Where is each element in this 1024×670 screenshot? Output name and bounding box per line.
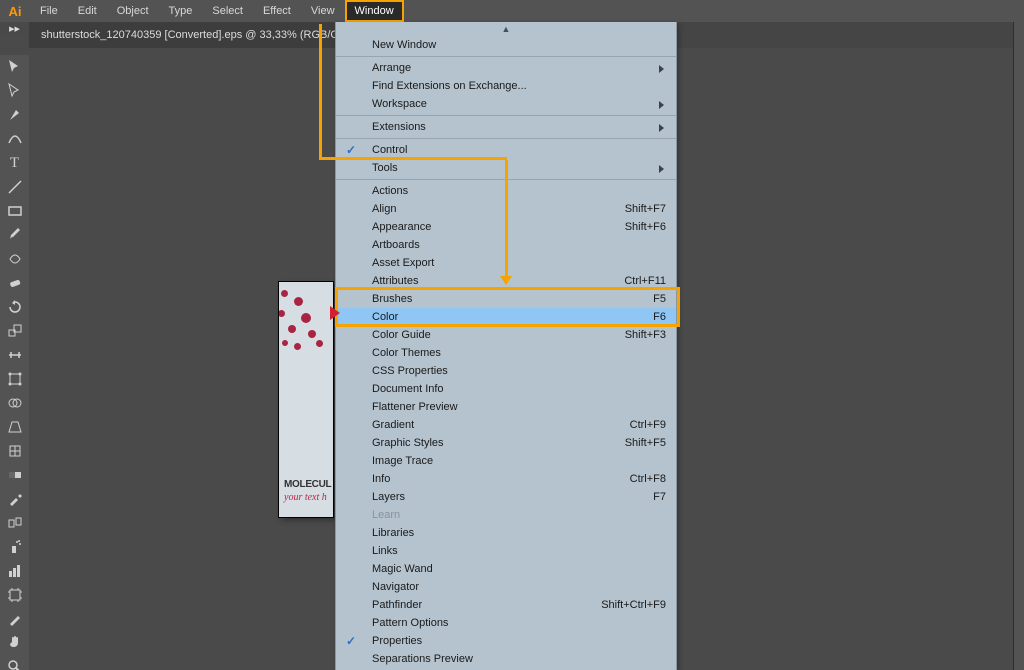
menu-color-themes[interactable]: Color Themes: [336, 344, 676, 362]
menu-document-info[interactable]: Document Info: [336, 380, 676, 398]
eraser-tool[interactable]: [0, 271, 29, 295]
shortcut-label: Ctrl+F9: [630, 419, 666, 431]
menu-extensions[interactable]: Extensions: [336, 118, 676, 136]
shortcut-label: Shift+F7: [625, 203, 666, 215]
annotation-line: [319, 24, 322, 160]
free-transform-tool[interactable]: [0, 367, 29, 391]
direct-selection-tool[interactable]: [0, 79, 29, 103]
menu-separator: [336, 115, 676, 116]
scale-tool[interactable]: [0, 319, 29, 343]
menu-view[interactable]: View: [301, 0, 345, 22]
annotation-pointer-icon: [330, 306, 340, 320]
shortcut-label: F7: [653, 491, 666, 503]
menu-color[interactable]: ColorF6: [336, 308, 676, 326]
shortcut-label: Shift+Ctrl+F9: [601, 599, 666, 611]
menu-effect[interactable]: Effect: [253, 0, 301, 22]
menu-gradient[interactable]: GradientCtrl+F9: [336, 416, 676, 434]
menu-separator: [336, 56, 676, 57]
menu-image-trace[interactable]: Image Trace: [336, 452, 676, 470]
menu-brushes[interactable]: BrushesF5: [336, 290, 676, 308]
paintbrush-tool[interactable]: [0, 223, 29, 247]
shortcut-label: Shift+F6: [625, 221, 666, 233]
menu-object[interactable]: Object: [107, 0, 159, 22]
artwork-headline: MOLECUL: [284, 479, 331, 490]
line-tool[interactable]: [0, 175, 29, 199]
menu-navigator[interactable]: Navigator: [336, 578, 676, 596]
menu-graphic-styles[interactable]: Graphic StylesShift+F5: [336, 434, 676, 452]
zoom-tool[interactable]: [0, 655, 29, 670]
menu-flattener-preview[interactable]: Flattener Preview: [336, 398, 676, 416]
menu-window[interactable]: Window: [345, 0, 404, 22]
slice-tool[interactable]: [0, 607, 29, 631]
mesh-tool[interactable]: [0, 439, 29, 463]
menu-scroll-up-icon[interactable]: ▲: [336, 22, 676, 36]
pen-tool[interactable]: [0, 103, 29, 127]
menu-type[interactable]: Type: [159, 0, 203, 22]
menu-pattern-options[interactable]: Pattern Options: [336, 614, 676, 632]
menu-pathfinder[interactable]: PathfinderShift+Ctrl+F9: [336, 596, 676, 614]
menu-select[interactable]: Select: [202, 0, 253, 22]
curvature-tool[interactable]: [0, 127, 29, 151]
menu-separations-preview[interactable]: Separations Preview: [336, 650, 676, 668]
menu-learn[interactable]: Learn: [336, 506, 676, 524]
artwork-subline: your text h: [284, 492, 327, 503]
menu-edit[interactable]: Edit: [68, 0, 107, 22]
rectangle-tool[interactable]: [0, 199, 29, 223]
blend-tool[interactable]: [0, 511, 29, 535]
artboard-tool[interactable]: [0, 583, 29, 607]
artboard[interactable]: MOLECUL your text h: [279, 282, 333, 517]
menu-new-window[interactable]: New Window: [336, 36, 676, 54]
annotation-line: [319, 157, 507, 160]
panel-collapse-icon[interactable]: ▶▶: [0, 24, 29, 34]
menu-libraries[interactable]: Libraries: [336, 524, 676, 542]
menubar: Ai File Edit Object Type Select Effect V…: [0, 0, 1024, 22]
menu-info[interactable]: InfoCtrl+F8: [336, 470, 676, 488]
menu-workspace[interactable]: Workspace: [336, 95, 676, 113]
annotation-arrow-icon: [500, 276, 512, 285]
menu-magic-wand[interactable]: Magic Wand: [336, 560, 676, 578]
shortcut-label: Shift+F5: [625, 437, 666, 449]
menu-arrange[interactable]: Arrange: [336, 59, 676, 77]
menu-links[interactable]: Links: [336, 542, 676, 560]
rotate-tool[interactable]: [0, 295, 29, 319]
tools-panel: T: [0, 55, 29, 670]
perspective-tool[interactable]: [0, 415, 29, 439]
symbol-sprayer-tool[interactable]: [0, 535, 29, 559]
menu-color-guide[interactable]: Color GuideShift+F3: [336, 326, 676, 344]
menu-find-extensions[interactable]: Find Extensions on Exchange...: [336, 77, 676, 95]
type-tool[interactable]: T: [0, 151, 29, 175]
shortcut-label: F6: [653, 311, 666, 323]
menu-separator: [336, 138, 676, 139]
artwork-molecule: [279, 285, 331, 375]
app-logo: Ai: [0, 0, 30, 22]
menu-properties[interactable]: Properties: [336, 632, 676, 650]
menu-layers[interactable]: LayersF7: [336, 488, 676, 506]
hand-tool[interactable]: [0, 631, 29, 655]
menu-css-properties[interactable]: CSS Properties: [336, 362, 676, 380]
gradient-tool[interactable]: [0, 463, 29, 487]
eyedropper-tool[interactable]: [0, 487, 29, 511]
annotation-line: [505, 160, 508, 278]
width-tool[interactable]: [0, 343, 29, 367]
shortcut-label: Ctrl+F8: [630, 473, 666, 485]
selection-tool[interactable]: [0, 55, 29, 79]
shortcut-label: Shift+F3: [625, 329, 666, 341]
shortcut-label: F5: [653, 293, 666, 305]
shortcut-label: Ctrl+F11: [624, 275, 666, 287]
shape-builder-tool[interactable]: [0, 391, 29, 415]
right-panel-strip[interactable]: [1013, 22, 1024, 670]
menu-file[interactable]: File: [30, 0, 68, 22]
window-menu-dropdown: ▲ New Window Arrange Find Extensions on …: [335, 22, 677, 670]
shaper-tool[interactable]: [0, 247, 29, 271]
graph-tool[interactable]: [0, 559, 29, 583]
